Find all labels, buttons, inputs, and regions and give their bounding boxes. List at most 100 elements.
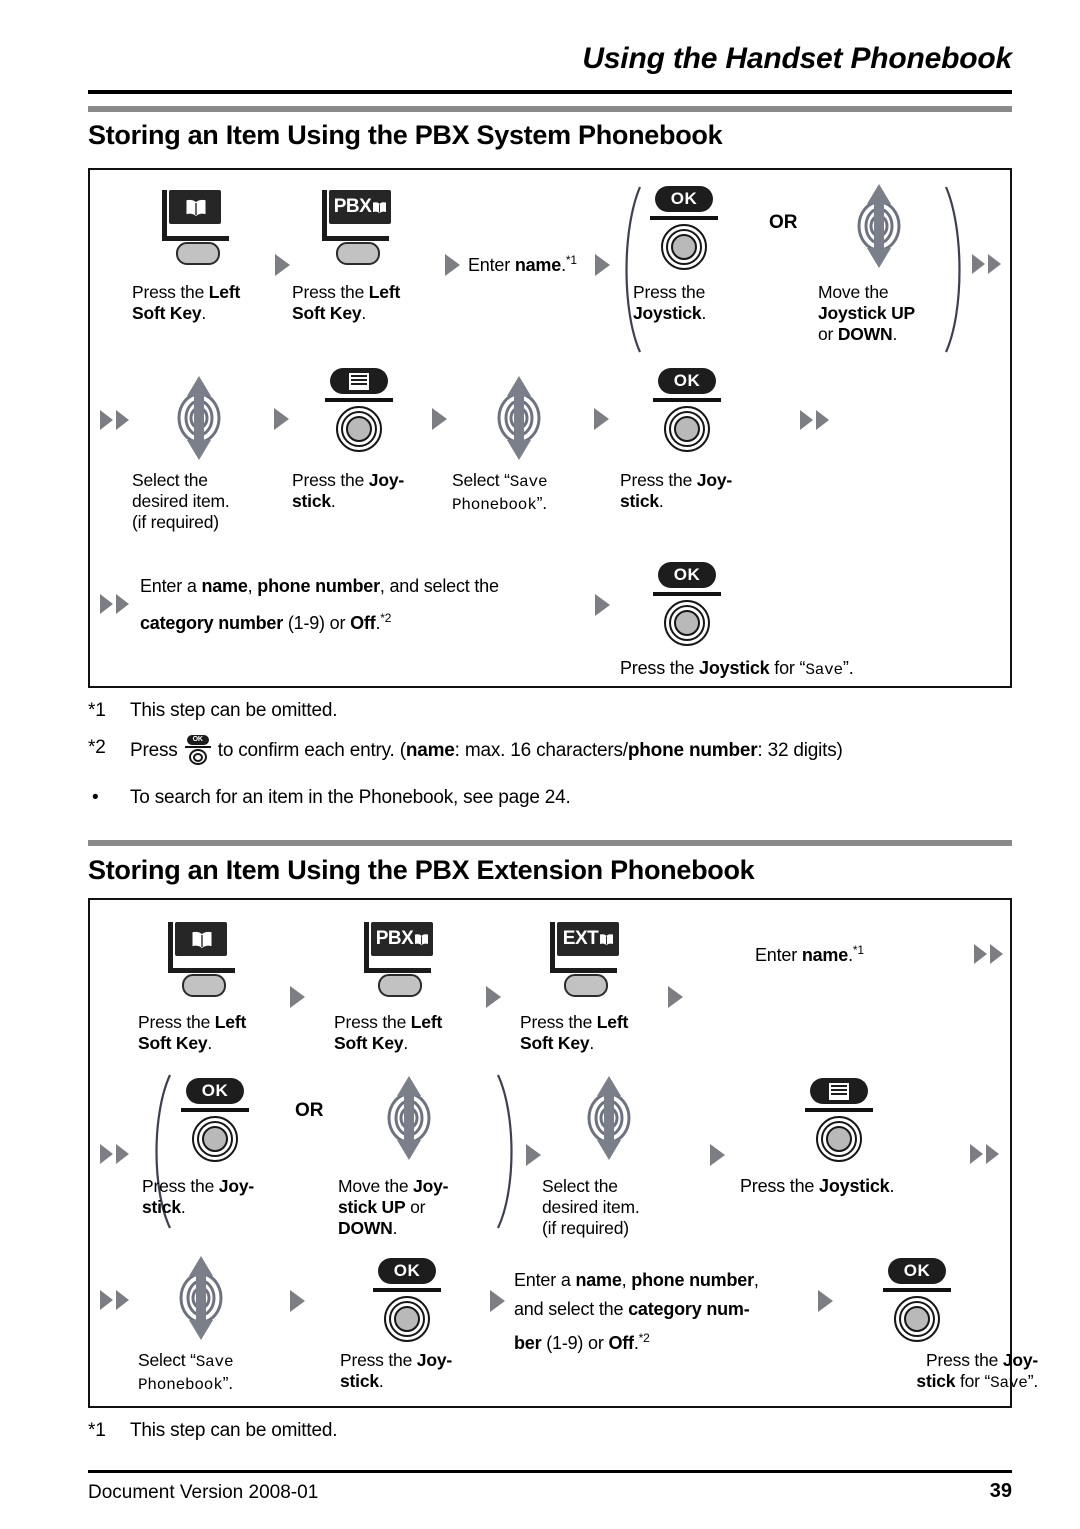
phonebook-softkey-icon-2 [168,922,244,1000]
or-label-1: OR [769,212,798,233]
soft-key-button[interactable] [336,242,380,265]
joystick-knob[interactable] [336,406,382,452]
flow-arrow-icon [594,408,609,430]
flow-arrow-icon [116,410,129,430]
caption-press-left-soft-key-3: Press the Left Soft Key. [138,1012,247,1053]
flow-arrow-icon [486,986,501,1008]
flow-arrow-icon [668,986,683,1008]
group-paren-right [944,186,961,353]
flow-arrow-icon [990,944,1003,964]
book-glyph-icon [185,199,206,216]
soft-key-button[interactable] [176,242,220,265]
joystick-knob[interactable] [661,224,707,270]
caption-press-left-soft-key-2: Press the Left Soft Key. [292,282,401,323]
ok-label: OK [670,189,698,208]
flow-arrow-icon [816,410,829,430]
flow-arrow-icon [986,1144,999,1164]
section-2-rule-gray [88,840,1012,846]
joystick-knob[interactable] [384,1296,430,1342]
joystick-updown-icon-2 [170,374,226,460]
phonebook-softkey-icon [162,190,238,268]
book-glyph-icon [599,933,614,946]
caption-press-joystick-save-2: Press the Joy-stick for “Save”. [916,1350,1038,1392]
ok-label: OK [201,1081,229,1100]
footnote-2-1: *1 This step can be omitted. [88,1418,1012,1444]
book-glyph-icon [414,933,429,946]
header-rule-thick [88,90,1012,94]
joystick-knob[interactable] [192,1116,238,1162]
caption-select-item-2: Select the desired item. (if required) [542,1176,640,1238]
book-glyph-icon [372,201,387,214]
flow-arrow-icon [290,986,305,1008]
ok-label: OK [903,1261,931,1280]
joystick-ok-icon-6: OK [880,1258,954,1344]
caption-move-joystick-1: Move the Joystick UP or DOWN. [818,282,916,344]
joystick-ok-icon-5: OK [370,1258,444,1344]
joystick-knob[interactable] [894,1296,940,1342]
footnote-text: To search for an item in the Phonebook, … [130,787,571,808]
flow-arrow-icon [100,410,113,430]
joystick-menu-icon-1 [322,368,396,454]
caption-press-joystick-6: Press the Joy-stick. [340,1350,452,1391]
footnote-1-1: *1 This step can be omitted. [88,698,1012,724]
flow-arrow-icon [710,1144,725,1166]
section-2-diagram-box: Press the Left Soft Key. PBX Press the Le… [88,898,1038,1408]
joystick-updown-icon-1 [850,182,906,268]
soft-key-button[interactable] [564,974,608,997]
joystick-knob[interactable] [664,406,710,452]
pbx-softkey-icon: PBX [322,190,398,268]
pbx-tag-label: PBX [333,196,372,217]
footnote-1-3: • To search for an item in the Phonebook… [88,785,1012,811]
joystick-menu-icon-2 [802,1078,876,1164]
flow-arrow-icon [100,594,113,614]
footnote-mark: *2 [88,737,106,758]
group-paren-left [625,186,642,353]
caption-press-joystick-5: Press the Joystick. [740,1176,895,1196]
flow-arrow-icon [100,1290,113,1310]
caption-press-left-soft-key-4: Press the Left Soft Key. [334,1012,443,1053]
caption-press-joystick-4: Press the Joy-stick. [142,1176,254,1217]
document-page: Using the Handset Phonebook Storing an I… [0,0,1080,1529]
caption-press-joystick-2: Press the Joy-stick. [292,470,404,511]
footnote-mark: *1 [88,700,106,721]
section-1-title: Storing an Item Using the PBX System Pho… [88,120,723,150]
step-enter-details-1: Enter a name, phone number, and select t… [140,576,499,633]
footnote-mark: *1 [88,1420,106,1441]
menu-glyph-icon [330,368,388,394]
pbx-softkey-icon-2: PBX [364,922,440,1000]
flow-arrow-icon [116,1144,129,1164]
flow-arrow-icon [274,408,289,430]
flow-arrow-icon [526,1144,541,1166]
footer-document-version: Document Version 2008-01 [88,1482,319,1503]
step-enter-details-2: Enter a name, phone number, and select th… [514,1270,759,1353]
flow-arrow-icon [116,594,129,614]
book-glyph-icon [191,931,212,948]
flow-arrow-icon [818,1290,833,1312]
caption-press-left-soft-key-1: Press the Left Soft Key. [132,282,241,323]
caption-select-save-phonebook-1: Select “Save Phonebook”. [452,470,548,514]
ok-label: OK [673,371,701,390]
caption-press-joystick-3: Press the Joy-stick. [620,470,732,511]
footer-page-number: 39 [989,1480,1012,1502]
soft-key-button[interactable] [378,974,422,997]
flow-arrow-icon [445,254,460,276]
ok-label: OK [393,1261,421,1280]
soft-key-button[interactable] [182,974,226,997]
caption-press-joystick-1: Press the Joystick. [633,282,707,323]
caption-press-left-soft-key-5: Press the Left Soft Key. [520,1012,629,1053]
joystick-knob[interactable] [664,600,710,646]
caption-select-save-phonebook-2: Select “Save Phonebook”. [138,1350,234,1394]
joystick-ok-icon-4: OK [178,1078,252,1164]
bullet-mark: • [92,787,99,808]
flow-arrow-icon [116,1290,129,1310]
flow-arrow-icon [972,254,985,274]
joystick-ok-icon-3: OK [650,562,724,648]
footnote-text: This step can be omitted. [130,700,338,721]
inline-ok-joystick-icon: OK [184,735,211,765]
joystick-knob[interactable] [816,1116,862,1162]
or-label-2: OR [295,1100,324,1121]
ok-label: OK [673,565,701,584]
menu-glyph-icon [810,1078,868,1104]
footnote-text: Press OK to confirm each entry. (name: m… [130,735,1012,765]
page-header-title: Using the Handset Phonebook [582,42,1012,75]
